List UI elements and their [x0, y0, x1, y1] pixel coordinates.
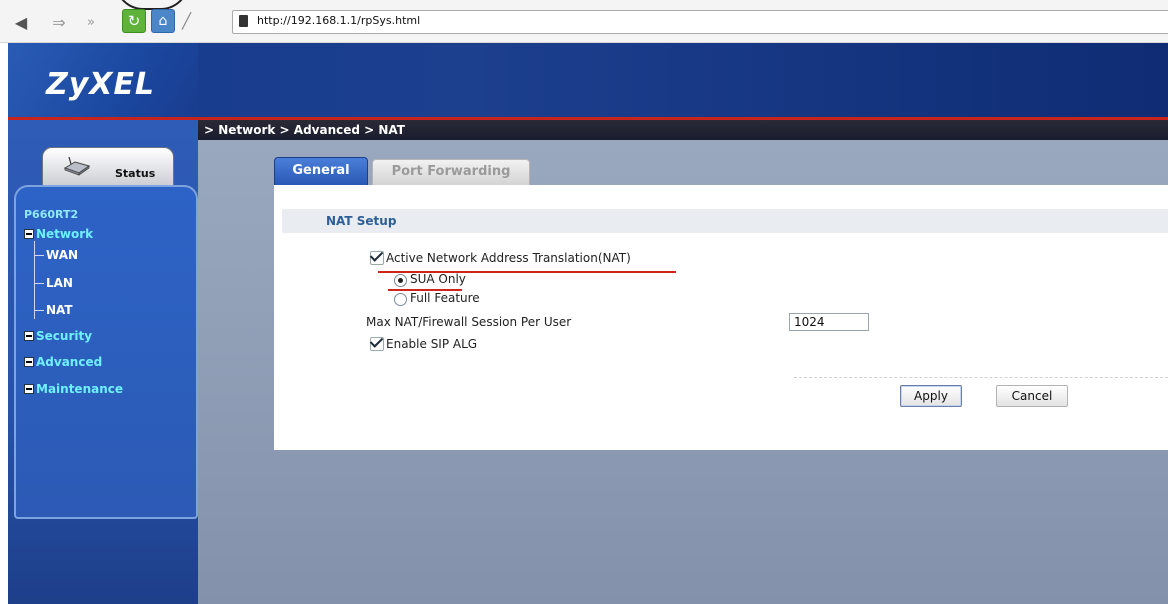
tab-port-forwarding[interactable]: Port Forwarding [372, 159, 530, 187]
sip-alg-checkbox[interactable] [370, 337, 384, 351]
menu-network[interactable]: Network [24, 227, 93, 241]
expand-icon [24, 330, 34, 341]
active-nat-checkbox[interactable] [370, 251, 384, 265]
zyxel-logo: ZyXEL [46, 67, 156, 102]
breadcrumb: > Network > Advanced > NAT [204, 123, 405, 137]
menu-security-label: Security [36, 329, 93, 343]
model-name: P660RT2 [24, 208, 79, 221]
pen-icon[interactable]: ╱ [182, 11, 204, 31]
apply-button[interactable]: Apply [900, 385, 962, 407]
sidebar-item-lan[interactable]: LAN [46, 276, 73, 290]
tree-branch [34, 283, 44, 284]
max-session-input[interactable] [789, 313, 869, 331]
cancel-button[interactable]: Cancel [996, 385, 1068, 407]
sip-alg-label: Enable SIP ALG [386, 337, 478, 351]
main-content: General Port Forwarding NAT Setup Active… [198, 140, 1168, 604]
refresh-icon[interactable]: ↻ [122, 9, 146, 33]
menu-advanced[interactable]: Advanced [24, 355, 102, 369]
sua-only-label: SUA Only [410, 272, 466, 286]
full-feature-radio[interactable] [394, 293, 407, 306]
menu-maintenance-label: Maintenance [36, 382, 124, 396]
sidebar-item-wan[interactable]: WAN [46, 248, 78, 262]
expand-icon [24, 356, 34, 367]
back-arrow-icon[interactable]: ◀ [10, 12, 32, 34]
status-label: Status [115, 167, 156, 180]
collapse-icon [24, 228, 34, 239]
header: ZyXEL [8, 43, 1168, 118]
tree-branch [34, 255, 44, 256]
nat-settings-panel: NAT Setup Active Network Address Transla… [274, 185, 1168, 450]
full-feature-label: Full Feature [410, 291, 480, 305]
sidebar-menu-panel: P660RT2 Network WAN LAN NAT Security Adv… [14, 185, 198, 519]
forward-arrow-icon[interactable]: ⇒ [48, 12, 70, 34]
address-bar[interactable]: http://192.168.1.1/rpSys.html [232, 10, 1168, 34]
tree-branch [34, 310, 44, 311]
breadcrumb-bar: > Network > Advanced > NAT [198, 120, 1168, 140]
status-tab[interactable]: Status [42, 147, 174, 189]
fast-forward-icon[interactable]: » [80, 12, 102, 34]
divider [794, 377, 1168, 378]
sidebar-item-nat[interactable]: NAT [46, 303, 73, 317]
menu-maintenance[interactable]: Maintenance [24, 382, 123, 396]
browser-toolbar: ◀ ⇒ » ↻ ⌂ ╱ http://192.168.1.1/rpSys.htm… [0, 0, 1168, 43]
home-icon[interactable]: ⌂ [151, 9, 175, 33]
sidebar: Status P660RT2 Network WAN LAN NAT Secur… [8, 120, 198, 604]
menu-network-label: Network [36, 227, 94, 241]
active-nat-label: Active Network Address Translation(NAT) [386, 251, 631, 265]
menu-security[interactable]: Security [24, 329, 92, 343]
menu-advanced-label: Advanced [36, 355, 103, 369]
section-header: NAT Setup [282, 209, 1168, 233]
tree-line [34, 241, 35, 319]
sua-only-radio[interactable] [394, 274, 407, 287]
section-title: NAT Setup [326, 214, 397, 228]
page-icon [239, 15, 248, 27]
tab-general[interactable]: General [274, 157, 368, 187]
router-admin-app: ZyXEL Status P660RT2 Network WAN LAN NAT… [8, 43, 1168, 604]
max-session-label: Max NAT/Firewall Session Per User [366, 315, 572, 329]
router-status-icon [63, 156, 91, 176]
expand-icon [24, 383, 34, 394]
url-text[interactable]: http://192.168.1.1/rpSys.html [257, 14, 420, 27]
